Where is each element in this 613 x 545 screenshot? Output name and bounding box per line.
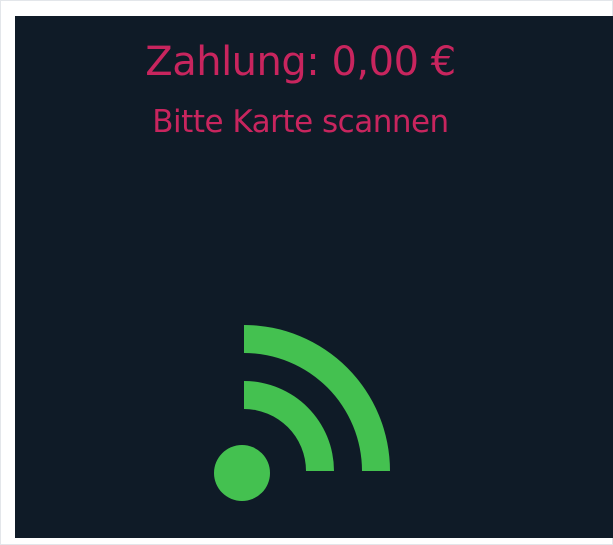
payment-label: Zahlung:: [145, 39, 320, 85]
app-frame: Zahlung: 0,00 € Bitte Karte scannen: [0, 0, 613, 545]
nfc-signal-icon: [214, 325, 390, 501]
payment-amount: 0,00 €: [331, 39, 456, 85]
payment-screen: Zahlung: 0,00 € Bitte Karte scannen: [15, 16, 613, 538]
payment-amount-heading: Zahlung: 0,00 €: [1, 35, 600, 89]
scan-card-instruction: Bitte Karte scannen: [152, 104, 449, 140]
